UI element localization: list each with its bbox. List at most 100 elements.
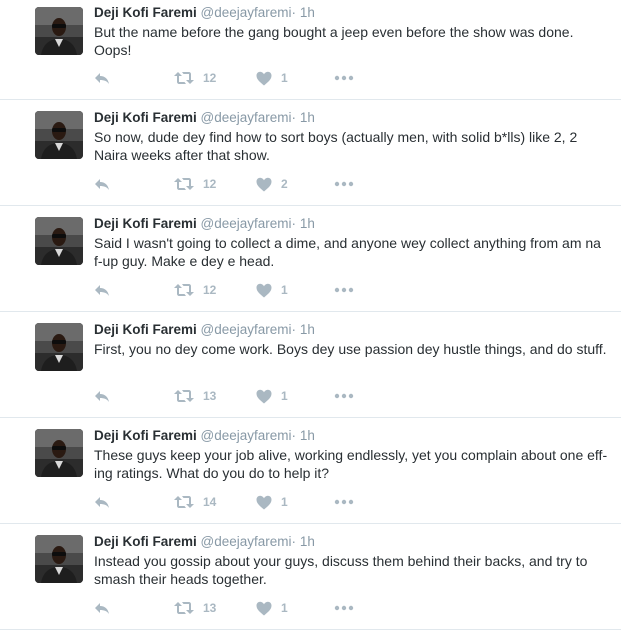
like-button[interactable]: 1 (256, 281, 288, 299)
retweet-count: 12 (203, 177, 217, 191)
retweet-icon (174, 283, 194, 297)
like-count: 1 (281, 601, 288, 615)
separator: · (291, 216, 297, 231)
timestamp[interactable]: 1h (300, 428, 315, 443)
tweet-header: Deji Kofi Faremi @deejayfaremi· 1h (94, 428, 315, 444)
retweet-icon (174, 389, 194, 403)
reply-button[interactable] (94, 493, 110, 511)
more-icon (334, 287, 354, 293)
author-handle[interactable]: @deejayfaremi (201, 5, 292, 20)
reply-button[interactable] (94, 599, 110, 617)
more-button[interactable] (334, 69, 354, 87)
retweet-count: 12 (203, 283, 217, 297)
tweet-feed: Deji Kofi Faremi @deejayfaremi· 1h But th… (0, 0, 621, 630)
retweet-count: 12 (203, 71, 217, 85)
tweet-text: Instead you gossip about your guys, disc… (94, 553, 588, 587)
reply-button[interactable] (94, 69, 110, 87)
avatar[interactable] (35, 111, 83, 159)
retweet-icon (174, 71, 194, 85)
heart-icon (256, 177, 272, 192)
avatar[interactable] (35, 429, 83, 477)
retweet-count: 13 (203, 601, 217, 615)
author-name[interactable]: Deji Kofi Faremi (94, 322, 197, 337)
author-name[interactable]: Deji Kofi Faremi (94, 216, 197, 231)
more-button[interactable] (334, 175, 354, 193)
timestamp[interactable]: 1h (300, 322, 315, 337)
author-handle[interactable]: @deejayfaremi (201, 110, 292, 125)
tweet[interactable]: Deji Kofi Faremi @deejayfaremi· 1h First,… (0, 312, 621, 418)
retweet-count: 13 (203, 389, 217, 403)
tweet[interactable]: Deji Kofi Faremi @deejayfaremi· 1h So now… (0, 100, 621, 206)
retweet-count: 14 (203, 495, 217, 509)
heart-icon (256, 495, 272, 510)
more-icon (334, 75, 354, 81)
like-button[interactable]: 1 (256, 387, 288, 405)
retweet-icon (174, 601, 194, 615)
separator: · (291, 534, 297, 549)
tweet[interactable]: Deji Kofi Faremi @deejayfaremi· 1h Instea… (0, 524, 621, 630)
timestamp[interactable]: 1h (300, 216, 315, 231)
heart-icon (256, 389, 272, 404)
retweet-button[interactable]: 12 (174, 281, 216, 299)
more-button[interactable] (334, 599, 354, 617)
timestamp[interactable]: 1h (300, 110, 315, 125)
tweet-text: But the name before the gang bought a je… (94, 24, 574, 58)
more-icon (334, 499, 354, 505)
retweet-button[interactable]: 14 (174, 493, 216, 511)
like-button[interactable]: 2 (256, 175, 288, 193)
more-button[interactable] (334, 493, 354, 511)
tweet-header: Deji Kofi Faremi @deejayfaremi· 1h (94, 322, 315, 338)
retweet-button[interactable]: 13 (174, 387, 216, 405)
reply-button[interactable] (94, 175, 110, 193)
more-icon (334, 393, 354, 399)
retweet-icon (174, 177, 194, 191)
tweet-header: Deji Kofi Faremi @deejayfaremi· 1h (94, 110, 315, 126)
tweet-text: First, you no dey come work. Boys dey us… (94, 341, 607, 357)
retweet-button[interactable]: 12 (174, 69, 216, 87)
avatar[interactable] (35, 217, 83, 265)
tweet-header: Deji Kofi Faremi @deejayfaremi· 1h (94, 216, 315, 232)
tweet-text: These guys keep your job alive, working … (94, 447, 608, 481)
more-icon (334, 181, 354, 187)
avatar[interactable] (35, 535, 83, 583)
retweet-button[interactable]: 13 (174, 599, 216, 617)
more-button[interactable] (334, 387, 354, 405)
reply-icon (94, 389, 110, 403)
author-name[interactable]: Deji Kofi Faremi (94, 428, 197, 443)
like-count: 1 (281, 389, 288, 403)
author-name[interactable]: Deji Kofi Faremi (94, 110, 197, 125)
like-count: 2 (281, 177, 288, 191)
tweet[interactable]: Deji Kofi Faremi @deejayfaremi· 1h Said I… (0, 206, 621, 312)
author-handle[interactable]: @deejayfaremi (201, 428, 292, 443)
like-count: 1 (281, 283, 288, 297)
reply-icon (94, 177, 110, 191)
reply-button[interactable] (94, 281, 110, 299)
tweet-header: Deji Kofi Faremi @deejayfaremi· 1h (94, 534, 315, 550)
tweet-text: So now, dude dey find how to sort boys (… (94, 129, 578, 163)
author-name[interactable]: Deji Kofi Faremi (94, 534, 197, 549)
reply-button[interactable] (94, 387, 110, 405)
avatar[interactable] (35, 7, 83, 55)
tweet[interactable]: Deji Kofi Faremi @deejayfaremi· 1h These … (0, 418, 621, 524)
tweet-header: Deji Kofi Faremi @deejayfaremi· 1h (94, 5, 315, 21)
like-button[interactable]: 1 (256, 69, 288, 87)
more-button[interactable] (334, 281, 354, 299)
separator: · (291, 322, 297, 337)
reply-icon (94, 601, 110, 615)
like-button[interactable]: 1 (256, 493, 288, 511)
author-handle[interactable]: @deejayfaremi (201, 216, 292, 231)
heart-icon (256, 283, 272, 298)
author-handle[interactable]: @deejayfaremi (201, 534, 292, 549)
like-count: 1 (281, 495, 288, 509)
timestamp[interactable]: 1h (300, 534, 315, 549)
timestamp[interactable]: 1h (300, 5, 315, 20)
author-handle[interactable]: @deejayfaremi (201, 322, 292, 337)
reply-icon (94, 71, 110, 85)
author-name[interactable]: Deji Kofi Faremi (94, 5, 197, 20)
avatar[interactable] (35, 323, 83, 371)
reply-icon (94, 495, 110, 509)
tweet[interactable]: Deji Kofi Faremi @deejayfaremi· 1h But th… (0, 0, 621, 100)
like-button[interactable]: 1 (256, 599, 288, 617)
separator: · (291, 428, 297, 443)
retweet-button[interactable]: 12 (174, 175, 216, 193)
